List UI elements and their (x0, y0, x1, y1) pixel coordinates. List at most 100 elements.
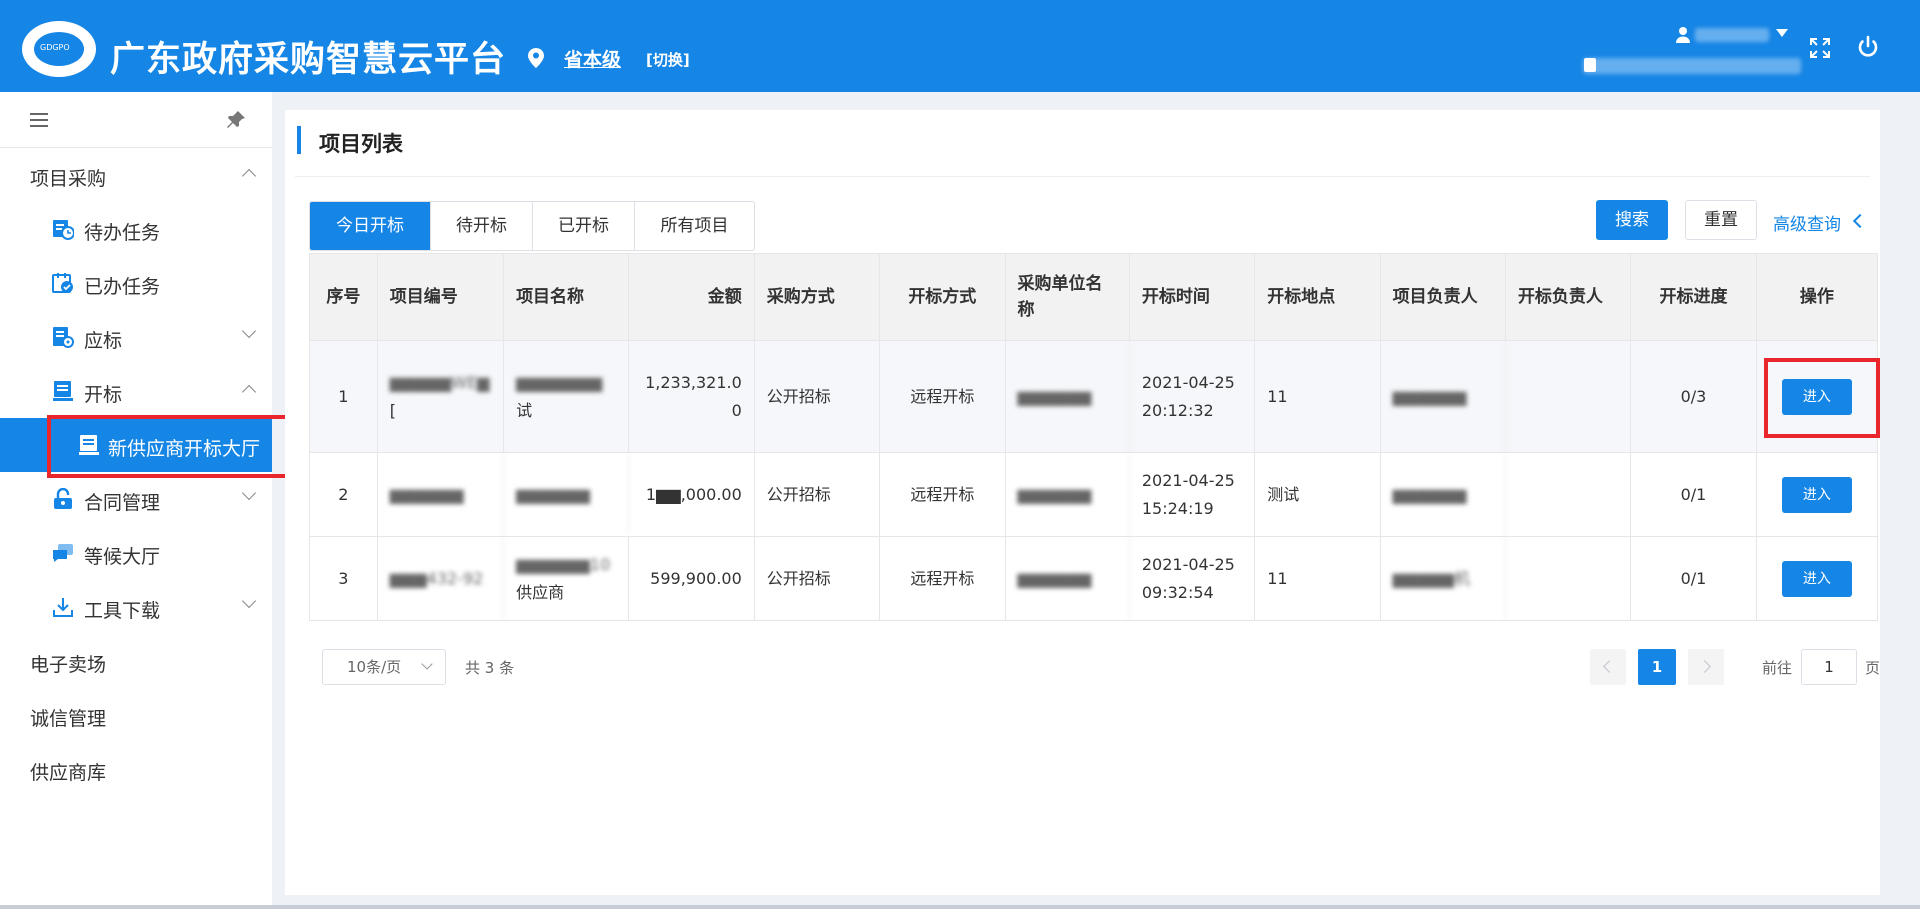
cell-method: 公开招标 (755, 341, 881, 452)
top-header: 广东政府采购智慧云平台 省本级 [切换] (0, 0, 1920, 92)
chevron-down-icon (241, 485, 257, 501)
pin-icon[interactable] (226, 110, 246, 130)
bid-doc-icon (53, 327, 74, 348)
fullscreen-icon[interactable] (1810, 38, 1830, 58)
lock-icon (54, 488, 72, 509)
next-page-button[interactable] (1688, 649, 1724, 685)
sidebar-item-todo[interactable]: 待办任务 (0, 202, 272, 256)
cell-name: ▆▆▆▆▆▆10 供应商 (504, 537, 630, 620)
tab-all[interactable]: 所有项目 (635, 202, 754, 250)
chevron-down-icon (241, 323, 257, 339)
cell-amount: 1▆▆,000.00 (629, 453, 755, 536)
total-count: 共 3 条 (465, 659, 515, 677)
sidebar-group-project-procurement[interactable]: 项目采购 (0, 148, 272, 202)
col-header: 开标地点 (1255, 254, 1381, 340)
platform-logo[interactable] (22, 21, 96, 77)
cell-progress: 0/1 (1631, 537, 1757, 620)
enter-button[interactable]: 进入 (1781, 476, 1852, 513)
status-tabs: 今日开标 待开标 已开标 所有项目 (309, 201, 755, 251)
annotation-highlight-menu (47, 415, 297, 478)
cell-code: ▆▆▆432-92 (378, 537, 505, 620)
app-title: 广东政府采购智慧云平台 (110, 40, 507, 80)
col-header: 开标负责人 (1506, 254, 1632, 340)
sidebar-item-done[interactable]: 已办任务 (0, 256, 272, 310)
sidebar: 项目采购 待办任务 已办任务 应标 开标 新供应商开标大厅 合同管理 等候大厅 … (0, 92, 272, 909)
cell-place: 11 (1255, 537, 1381, 620)
col-header: 项目名称 (504, 254, 630, 340)
cell-open-owner (1506, 537, 1632, 620)
power-icon[interactable] (1856, 35, 1880, 59)
cell-owner: ▆▆▆▆▆▆ (1381, 341, 1506, 452)
sidebar-group-credit[interactable]: 诚信管理 (0, 688, 272, 742)
sidebar-toolbar (0, 92, 272, 148)
cell-place: 11 (1255, 341, 1381, 452)
col-header: 开标方式 (880, 254, 1006, 340)
user-icon (1676, 27, 1690, 43)
switch-region-link[interactable]: [切换] (646, 49, 690, 70)
menu-toggle-icon[interactable] (30, 113, 48, 127)
cell-name-text: 供应商 (516, 582, 565, 602)
sidebar-item-open-bid[interactable]: 开标 (0, 364, 272, 418)
cell-unit: ▆▆▆▆▆▆ (1006, 341, 1130, 452)
cell-code: ▆▆▆▆▆WE▆ [ (378, 341, 505, 452)
cell-unit: ▆▆▆▆▆▆ (1006, 453, 1130, 536)
cell-unit: ▆▆▆▆▆▆ (1006, 537, 1130, 620)
region-name[interactable]: 省本级 (564, 45, 621, 72)
sidebar-item-contract[interactable]: 合同管理 (0, 472, 272, 526)
cell-open-method: 远程开标 (880, 341, 1006, 452)
sidebar-group-supplier-db[interactable]: 供应商库 (0, 742, 272, 796)
download-icon (53, 598, 73, 617)
organization-blurred (1583, 58, 1801, 74)
cell-amount: 599,900.00 (629, 537, 755, 620)
done-check-icon (52, 273, 73, 293)
cell-code: ▆▆▆▆▆▆ (378, 453, 505, 536)
caret-down-icon[interactable] (1776, 29, 1788, 37)
cell-no: 2 (310, 453, 378, 536)
cell-progress: 0/3 (1631, 341, 1757, 452)
sidebar-item-bid[interactable]: 应标 (0, 310, 272, 364)
cell-name-text: ▆▆▆▆▆▆▆ (516, 372, 603, 392)
chevron-left-icon[interactable] (1852, 213, 1868, 229)
chevron-up-icon (241, 384, 257, 400)
cell-open-method: 远程开标 (880, 537, 1006, 620)
sidebar-group-e-mall[interactable]: 电子卖场 (0, 634, 272, 688)
search-button[interactable]: 搜索 (1596, 200, 1668, 240)
username-blurred[interactable] (1695, 28, 1769, 42)
enter-button[interactable]: 进入 (1781, 560, 1852, 597)
col-header: 开标进度 (1631, 254, 1757, 340)
cell-action: 进入 (1757, 537, 1877, 620)
tab-opened[interactable]: 已开标 (533, 202, 635, 250)
col-header: 开标时间 (1130, 254, 1256, 340)
tab-today[interactable]: 今日开标 (310, 202, 431, 250)
cell-open-owner (1506, 453, 1632, 536)
cell-amount: 1,233,321.00 (629, 341, 755, 452)
chevron-up-icon (241, 168, 257, 184)
col-header: 金额 (629, 254, 755, 340)
cell-name: ▆▆▆▆▆▆ (504, 453, 630, 536)
prev-page-button[interactable] (1590, 649, 1626, 685)
cell-no: 1 (310, 341, 378, 452)
cell-open-method: 远程开标 (880, 453, 1006, 536)
sidebar-item-waiting-hall[interactable]: 等候大厅 (0, 526, 272, 580)
page-number-current[interactable]: 1 (1638, 649, 1676, 685)
table-header: 序号 项目编号 项目名称 金额 采购方式 开标方式 采购单位名称 开标时间 开标… (310, 254, 1877, 340)
tab-pending[interactable]: 待开标 (431, 202, 533, 250)
col-header: 采购方式 (755, 254, 881, 340)
table-row[interactable]: 2 ▆▆▆▆▆▆ ▆▆▆▆▆▆ 1▆▆,000.00 公开招标 远程开标 ▆▆▆… (310, 452, 1877, 536)
table-row[interactable]: 1 ▆▆▆▆▆WE▆ [ ▆▆▆▆▆▆▆ 试 1,233,321.00 公开招标 远… (310, 340, 1877, 452)
table-row[interactable]: 3 ▆▆▆432-92 ▆▆▆▆▆▆10 供应商 599,900.00 公开招标 … (310, 536, 1877, 620)
cell-code-text: ▆▆▆▆▆WE▆ (389, 372, 490, 392)
col-header: 项目负责人 (1381, 254, 1506, 340)
col-header: 操作 (1799, 287, 1834, 307)
cell-name-text: 试 (516, 400, 533, 420)
sidebar-item-tools-download[interactable]: 工具下载 (0, 580, 272, 634)
page-title: 项目列表 (319, 132, 403, 156)
cell-name-text: ▆▆▆▆▆▆10 (516, 554, 611, 574)
reset-button[interactable]: 重置 (1685, 200, 1757, 240)
cell-method: 公开招标 (755, 537, 881, 620)
col-header: 序号 (310, 254, 378, 340)
advanced-search-link[interactable]: 高级查询 (1773, 210, 1841, 235)
divider (295, 176, 1870, 177)
goto-page-input[interactable] (1801, 649, 1857, 685)
chevron-down-icon (241, 593, 257, 609)
